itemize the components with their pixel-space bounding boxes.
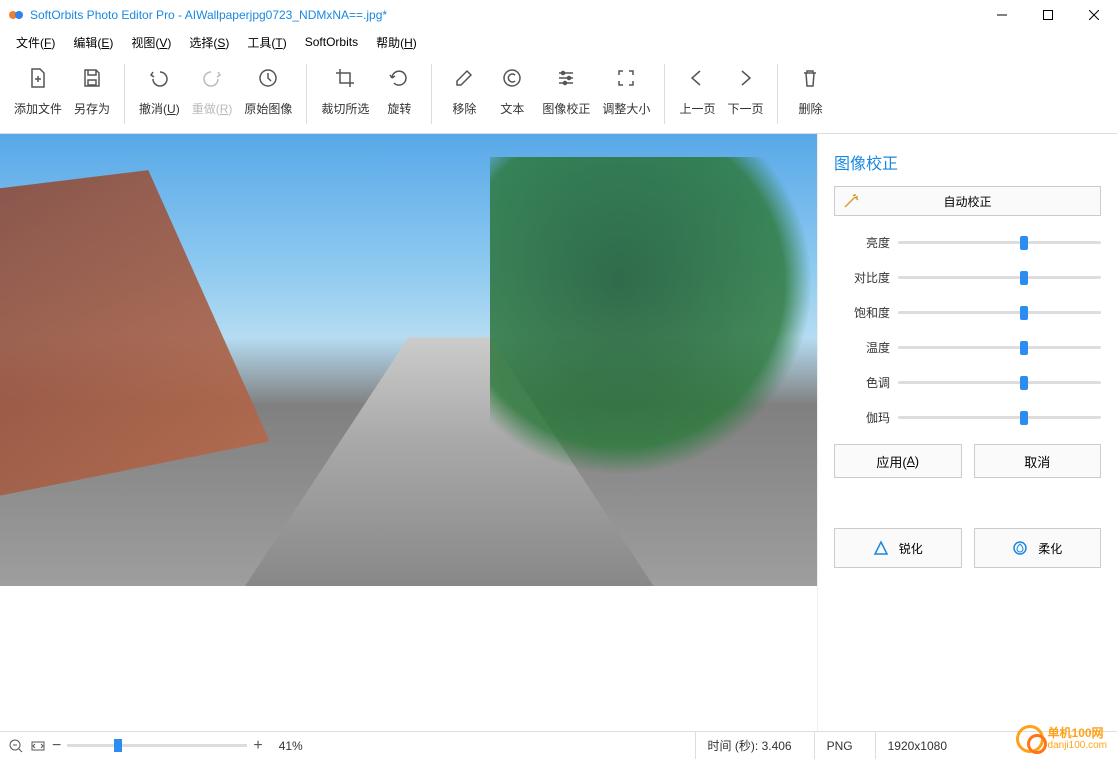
file-plus-icon	[24, 64, 52, 92]
rotate-button[interactable]: 旋转	[375, 60, 423, 121]
sharpen-button[interactable]: 锐化	[834, 528, 962, 568]
app-icon	[8, 7, 24, 23]
image-canvas[interactable]	[0, 134, 817, 586]
zoom-percent: 41%	[279, 739, 303, 753]
crop-button[interactable]: 裁切所选	[315, 60, 375, 121]
arrow-left-icon	[683, 64, 711, 92]
delete-button[interactable]: 删除	[786, 60, 834, 121]
auto-correct-button[interactable]: 自动校正	[834, 186, 1101, 216]
menu-help[interactable]: 帮助(H)	[368, 31, 425, 54]
zoom-slider[interactable]	[67, 744, 247, 747]
contrast-slider[interactable]: 对比度	[834, 269, 1101, 286]
temperature-slider[interactable]: 温度	[834, 339, 1101, 356]
trash-icon	[796, 64, 824, 92]
statusbar: − + 41% 时间 (秒): 3.406 PNG 1920x1080	[0, 731, 1117, 759]
minimize-button[interactable]	[979, 0, 1025, 30]
undo-button[interactable]: 撤消(U)	[133, 60, 186, 121]
window-controls	[979, 0, 1117, 30]
side-panel: 图像校正 自动校正 亮度 对比度 饱和度 温度 色调 伽玛	[817, 134, 1117, 731]
toolbar: 添加文件 另存为 撤消(U) 重做(R) 原始图像 裁切所选 旋转	[0, 54, 1117, 134]
copyright-icon	[498, 64, 526, 92]
apply-button[interactable]: 应用(A)	[834, 444, 962, 478]
brightness-slider[interactable]: 亮度	[834, 234, 1101, 251]
undo-icon	[145, 64, 173, 92]
status-dimensions: 1920x1080	[875, 732, 959, 759]
close-button[interactable]	[1071, 0, 1117, 30]
resize-icon	[612, 64, 640, 92]
redo-button[interactable]: 重做(R)	[186, 60, 239, 121]
gamma-slider[interactable]: 伽玛	[834, 409, 1101, 426]
history-icon	[254, 64, 282, 92]
menu-view[interactable]: 视图(V)	[123, 31, 179, 54]
cancel-button[interactable]: 取消	[974, 444, 1102, 478]
menubar: 文件(F) 编辑(E) 视图(V) 选择(S) 工具(T) SoftOrbits…	[0, 30, 1117, 54]
original-button[interactable]: 原始图像	[238, 60, 298, 121]
triangle-icon	[873, 540, 889, 556]
zoom-out-button[interactable]: −	[52, 737, 61, 755]
status-format: PNG	[814, 732, 865, 759]
titlebar: SoftOrbits Photo Editor Pro - AIWallpape…	[0, 0, 1117, 30]
text-button[interactable]: 文本	[488, 60, 536, 121]
menu-select[interactable]: 选择(S)	[181, 31, 237, 54]
zoom-actual-icon[interactable]	[8, 738, 24, 754]
menu-file[interactable]: 文件(F)	[8, 31, 63, 54]
window-title: SoftOrbits Photo Editor Pro - AIWallpape…	[30, 8, 387, 22]
arrow-right-icon	[731, 64, 759, 92]
next-button[interactable]: 下一页	[721, 60, 769, 121]
magic-wand-icon	[843, 193, 859, 209]
menu-tools[interactable]: 工具(T)	[239, 31, 294, 54]
save-icon	[78, 64, 106, 92]
panel-title: 图像校正	[834, 150, 1101, 174]
sliders-icon	[552, 64, 580, 92]
maximize-button[interactable]	[1025, 0, 1071, 30]
menu-softorbits[interactable]: SoftOrbits	[297, 32, 366, 52]
rotate-icon	[385, 64, 413, 92]
soften-button[interactable]: 柔化	[974, 528, 1102, 568]
canvas-area	[0, 134, 817, 731]
saturation-slider[interactable]: 饱和度	[834, 304, 1101, 321]
tint-slider[interactable]: 色调	[834, 374, 1101, 391]
zoom-in-button[interactable]: +	[253, 737, 262, 755]
status-time: 时间 (秒): 3.406	[695, 732, 804, 759]
prev-button[interactable]: 上一页	[673, 60, 721, 121]
image-correct-button[interactable]: 图像校正	[536, 60, 596, 121]
droplet-icon	[1012, 540, 1028, 556]
redo-icon	[198, 64, 226, 92]
remove-button[interactable]: 移除	[440, 60, 488, 121]
watermark: 单机100网 danji100.com	[1016, 725, 1107, 753]
crop-icon	[331, 64, 359, 92]
zoom-fit-icon[interactable]	[30, 738, 46, 754]
resize-button[interactable]: 调整大小	[596, 60, 656, 121]
menu-edit[interactable]: 编辑(E)	[65, 31, 121, 54]
eraser-icon	[450, 64, 478, 92]
add-file-button[interactable]: 添加文件	[8, 60, 68, 121]
save-as-button[interactable]: 另存为	[68, 60, 116, 121]
watermark-logo-icon	[1016, 725, 1044, 753]
